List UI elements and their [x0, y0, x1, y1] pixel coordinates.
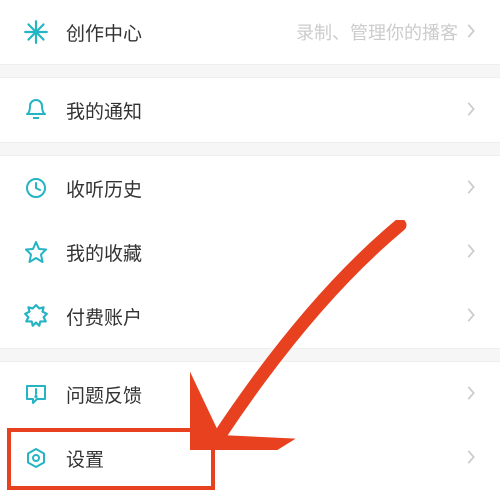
feedback-icon [22, 380, 50, 408]
badge-icon [22, 302, 50, 330]
clock-icon [22, 174, 50, 202]
menu-item-paid[interactable]: 付费账户 [0, 284, 500, 348]
section-divider [0, 348, 500, 362]
menu-item-label: 创作中心 [66, 19, 296, 46]
menu-item-label: 我的收藏 [66, 239, 466, 266]
menu-item-label: 我的通知 [66, 97, 466, 124]
menu-item-feedback[interactable]: 问题反馈 [0, 362, 500, 426]
chevron-right-icon [466, 449, 478, 467]
menu-item-hint: 录制、管理你的播客 [296, 19, 458, 45]
section-divider [0, 142, 500, 156]
menu-item-label: 付费账户 [66, 303, 466, 330]
chevron-right-icon [466, 179, 478, 197]
menu-item-history[interactable]: 收听历史 [0, 156, 500, 220]
chevron-right-icon [466, 307, 478, 325]
menu-item-label: 收听历史 [66, 175, 466, 202]
chevron-right-icon [466, 101, 478, 119]
menu-item-creator[interactable]: 创作中心 录制、管理你的播客 [0, 0, 500, 64]
section-divider [0, 64, 500, 78]
bell-icon [22, 96, 50, 124]
chevron-right-icon [466, 385, 478, 403]
menu-item-settings[interactable]: 设置 [0, 426, 500, 490]
sparkle-icon [22, 18, 50, 46]
menu-item-notifications[interactable]: 我的通知 [0, 78, 500, 142]
settings-icon [22, 444, 50, 472]
menu-item-label: 问题反馈 [66, 381, 466, 408]
menu-item-favorites[interactable]: 我的收藏 [0, 220, 500, 284]
chevron-right-icon [466, 243, 478, 261]
menu-item-label: 设置 [66, 445, 466, 472]
star-icon [22, 238, 50, 266]
chevron-right-icon [466, 23, 478, 41]
